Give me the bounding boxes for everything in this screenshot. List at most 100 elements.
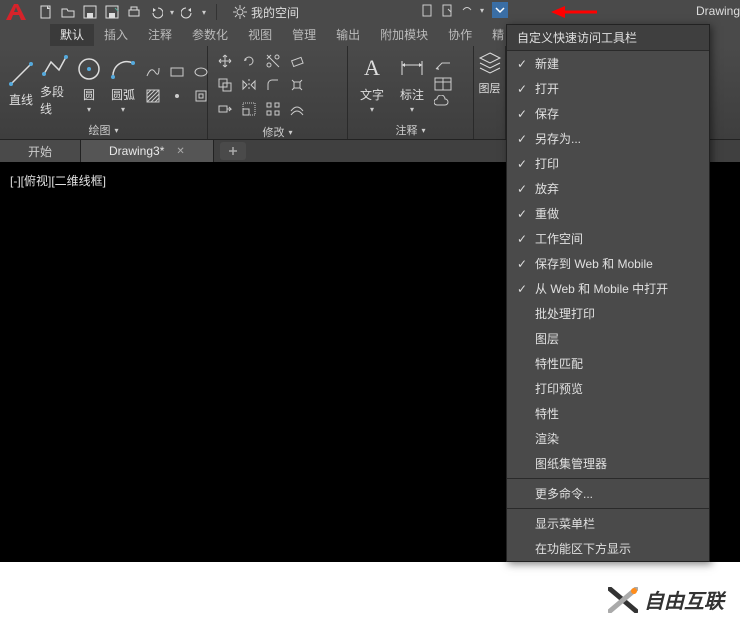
menu-item-10[interactable]: 批处理打印 bbox=[507, 301, 709, 326]
watermark: 自由互联 bbox=[608, 585, 724, 614]
undo-dropdown-icon[interactable]: ▾ bbox=[170, 8, 174, 17]
check-icon: ✓ bbox=[517, 232, 535, 246]
print-icon[interactable] bbox=[126, 4, 142, 20]
menu-item-6[interactable]: ✓重做 bbox=[507, 201, 709, 226]
menu-item-4[interactable]: ✓打印 bbox=[507, 151, 709, 176]
ribbon-tab-output[interactable]: 输出 bbox=[326, 23, 370, 46]
ribbon-tab-addins[interactable]: 附加模块 bbox=[370, 23, 438, 46]
menu-item-8[interactable]: ✓保存到 Web 和 Mobile bbox=[507, 251, 709, 276]
polyline-button[interactable]: 多段线 bbox=[40, 51, 70, 117]
layer-icon[interactable] bbox=[477, 50, 503, 76]
hatch-icon[interactable] bbox=[142, 85, 164, 107]
app-logo[interactable] bbox=[0, 0, 32, 24]
stretch-icon[interactable] bbox=[214, 98, 236, 120]
trim-icon[interactable] bbox=[262, 50, 284, 72]
line-button[interactable]: 直线 bbox=[6, 59, 36, 108]
dimension-button[interactable]: 标注 ▾ bbox=[394, 54, 430, 114]
ribbon-tab-parametric[interactable]: 参数化 bbox=[182, 23, 238, 46]
ribbon-tab-insert[interactable]: 插入 bbox=[94, 23, 138, 46]
svg-text:A: A bbox=[364, 55, 380, 80]
copy-icon[interactable] bbox=[214, 74, 236, 96]
watermark-icon bbox=[608, 587, 638, 613]
menu-item-5[interactable]: ✓放弃 bbox=[507, 176, 709, 201]
add-tab-button[interactable] bbox=[220, 142, 246, 160]
redo-dropdown-icon[interactable]: ▾ bbox=[202, 8, 206, 17]
open-icon[interactable] bbox=[60, 4, 76, 20]
circle-button[interactable]: 圆 ▾ bbox=[74, 54, 104, 114]
text-icon: A bbox=[357, 54, 387, 84]
cloud-icon[interactable] bbox=[434, 95, 452, 109]
undo-icon[interactable] bbox=[148, 4, 164, 20]
rotate-icon[interactable] bbox=[238, 50, 260, 72]
move-icon[interactable] bbox=[214, 50, 236, 72]
doc-tab-drawing3[interactable]: Drawing3* ✕ bbox=[81, 140, 214, 162]
menu-item-1[interactable]: ✓打开 bbox=[507, 76, 709, 101]
fillet-icon[interactable] bbox=[262, 74, 284, 96]
rect-icon[interactable] bbox=[166, 61, 188, 83]
dimension-icon bbox=[397, 54, 427, 84]
explode-icon[interactable] bbox=[286, 74, 308, 96]
check-icon: ✓ bbox=[517, 207, 535, 221]
offset-icon[interactable] bbox=[286, 98, 308, 120]
text-button[interactable]: A 文字 ▾ bbox=[354, 54, 390, 114]
web-save-icon[interactable] bbox=[420, 3, 434, 17]
menu-item-2[interactable]: ✓保存 bbox=[507, 101, 709, 126]
menu-item-15[interactable]: 渲染 bbox=[507, 426, 709, 451]
circle-icon bbox=[74, 54, 104, 84]
qat-customize-menu: 自定义快速访问工具栏 ✓新建✓打开✓保存✓另存为...✓打印✓放弃✓重做✓工作空… bbox=[506, 24, 710, 562]
menu-item-16[interactable]: 图纸集管理器 bbox=[507, 451, 709, 476]
menu-show-menubar[interactable]: 显示菜单栏 bbox=[507, 511, 709, 536]
menu-item-14[interactable]: 特性 bbox=[507, 401, 709, 426]
menu-item-11[interactable]: 图层 bbox=[507, 326, 709, 351]
ribbon-tab-view[interactable]: 视图 bbox=[238, 23, 282, 46]
menu-item-7[interactable]: ✓工作空间 bbox=[507, 226, 709, 251]
arc-button[interactable]: 圆弧 ▾ bbox=[108, 54, 138, 114]
doc-tab-start[interactable]: 开始 bbox=[0, 140, 81, 162]
line-icon bbox=[6, 59, 36, 89]
saveas-icon[interactable] bbox=[104, 4, 120, 20]
check-icon: ✓ bbox=[517, 57, 535, 71]
ribbon-tab-manage[interactable]: 管理 bbox=[282, 23, 326, 46]
menu-more-commands[interactable]: 更多命令... bbox=[507, 481, 709, 506]
modify-tools bbox=[214, 50, 308, 120]
share-icon[interactable] bbox=[460, 3, 474, 17]
spline-icon[interactable] bbox=[142, 61, 164, 83]
menu-item-3[interactable]: ✓另存为... bbox=[507, 126, 709, 151]
menu-item-0[interactable]: ✓新建 bbox=[507, 51, 709, 76]
check-icon: ✓ bbox=[517, 257, 535, 271]
menu-item-13[interactable]: 打印预览 bbox=[507, 376, 709, 401]
panel-modify: 修改▾ bbox=[208, 46, 348, 139]
viewport-label[interactable]: [-][俯视][二维线框] bbox=[10, 174, 106, 188]
array-icon[interactable] bbox=[262, 98, 284, 120]
redo-icon[interactable] bbox=[180, 4, 196, 20]
ribbon-tab-collab[interactable]: 协作 bbox=[438, 23, 482, 46]
ribbon-tab-default[interactable]: 默认 bbox=[50, 23, 94, 46]
check-icon: ✓ bbox=[517, 282, 535, 296]
point-icon[interactable] bbox=[166, 85, 188, 107]
qat-customize-dropdown[interactable] bbox=[492, 2, 508, 18]
mirror-icon[interactable] bbox=[238, 74, 260, 96]
erase-icon[interactable] bbox=[286, 50, 308, 72]
panel-annotate: A 文字 ▾ 标注 ▾ 注释▾ bbox=[348, 46, 474, 139]
annotation-arrow-1 bbox=[551, 3, 599, 21]
menu-item-9[interactable]: ✓从 Web 和 Mobile 中打开 bbox=[507, 276, 709, 301]
leader-icon[interactable] bbox=[434, 59, 452, 73]
check-icon: ✓ bbox=[517, 182, 535, 196]
new-icon[interactable] bbox=[38, 4, 54, 20]
table-sm-icon[interactable] bbox=[434, 77, 452, 91]
title-bar: ▾ ▾ 我的空间 ▾ Drawing3.dwg bbox=[0, 0, 740, 24]
quick-access-toolbar: ▾ ▾ 我的空间 bbox=[32, 2, 311, 22]
menu-below-ribbon[interactable]: 在功能区下方显示 bbox=[507, 536, 709, 561]
web-open-icon[interactable] bbox=[440, 3, 454, 17]
draw-small-tools bbox=[142, 61, 212, 107]
menu-item-12[interactable]: 特性匹配 bbox=[507, 351, 709, 376]
close-icon[interactable]: ✕ bbox=[176, 146, 184, 157]
ribbon-tab-annotate[interactable]: 注释 bbox=[138, 23, 182, 46]
qat-more-icon[interactable]: ▾ bbox=[480, 6, 484, 15]
workspace-selector[interactable]: 我的空间 bbox=[227, 2, 305, 22]
check-icon: ✓ bbox=[517, 132, 535, 146]
save-icon[interactable] bbox=[82, 4, 98, 20]
arc-icon bbox=[108, 54, 138, 84]
check-icon: ✓ bbox=[517, 157, 535, 171]
scale-icon[interactable] bbox=[238, 98, 260, 120]
